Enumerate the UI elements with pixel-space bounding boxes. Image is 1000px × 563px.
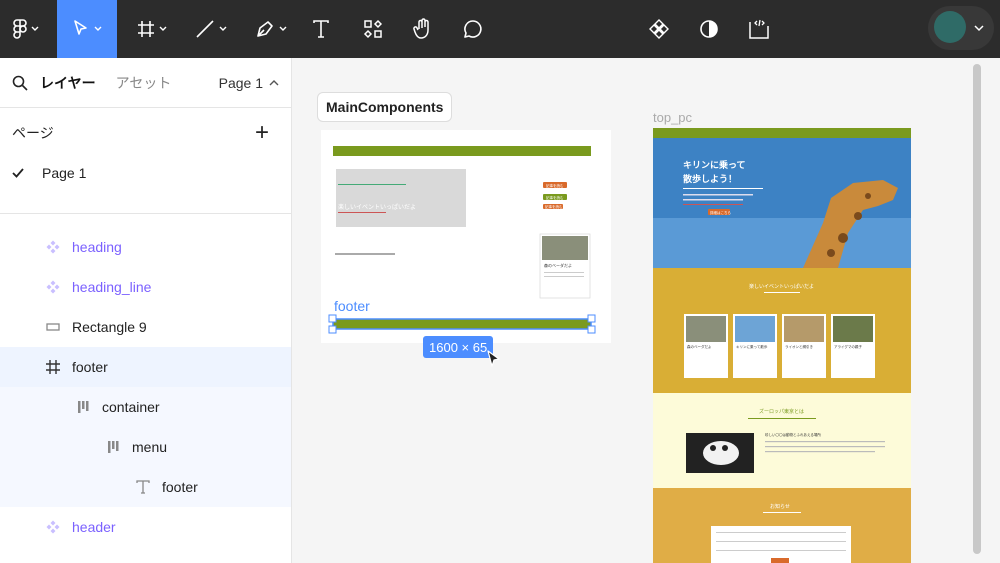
main-components-label[interactable]: MainComponents — [317, 92, 453, 122]
layer-label: heading_line — [72, 279, 152, 295]
layer-rectangle-9[interactable]: Rectangle 9 — [0, 307, 291, 347]
autolayout-icon — [68, 400, 98, 414]
comment-tool-button[interactable] — [458, 0, 488, 58]
hero-title-1: キリンに乗って — [683, 159, 746, 171]
top-pc-preview: キリンに乗って 散歩しよう！ 詳細はこちら 楽しいイベントいっぱいだよ 森のベー… — [653, 128, 911, 563]
chevron-down-icon — [94, 26, 102, 31]
mouse-cursor-icon — [487, 350, 500, 367]
figma-logo-icon — [13, 19, 27, 39]
text-icon — [313, 20, 329, 38]
add-page-button[interactable]: + — [255, 119, 269, 147]
component-set-icon — [649, 19, 669, 39]
chevron-down-icon — [159, 26, 167, 31]
dev-mode-button[interactable] — [744, 0, 774, 58]
code-icon — [749, 19, 769, 39]
layers-panel: レイヤー アセット Page 1 ページ + Page 1 heading he… — [0, 58, 292, 563]
footer-selection-label: footer — [334, 298, 370, 314]
layer-heading-line[interactable]: heading_line — [0, 267, 291, 307]
layer-label: footer — [72, 359, 108, 375]
line-tool-button[interactable] — [188, 0, 234, 58]
comment-icon — [464, 20, 482, 38]
hand-tool-button[interactable] — [408, 0, 438, 58]
component-set-button[interactable] — [644, 0, 674, 58]
dimension-badge: 1600 × 65 — [423, 336, 494, 358]
chevron-down-icon — [31, 26, 39, 31]
layer-header[interactable]: header — [0, 507, 291, 547]
about-title: ズーロッパ東京とは — [759, 408, 804, 415]
layer-label: container — [102, 399, 160, 415]
rectangle-icon — [38, 322, 68, 332]
page-item[interactable]: Page 1 — [12, 158, 279, 188]
layer-label: footer — [162, 479, 198, 495]
card-title-2: キリンに乗って散歩 — [736, 344, 768, 349]
layer-label: header — [72, 519, 116, 535]
card-title-4: アライグマの親子 — [834, 344, 862, 349]
layer-heading[interactable]: heading — [0, 227, 291, 267]
move-tool-button[interactable] — [57, 0, 117, 58]
news-title: お知らせ — [770, 503, 790, 510]
cursor-icon — [74, 20, 87, 35]
component-icon — [38, 240, 68, 254]
pages-title: ページ — [12, 125, 54, 141]
text-tool-button[interactable] — [306, 0, 336, 58]
search-icon[interactable] — [12, 75, 28, 91]
canvas-scrollbar[interactable] — [973, 64, 981, 554]
hero-title-2: 散歩しよう！ — [683, 173, 737, 185]
components-icon — [363, 19, 383, 39]
tab-layers[interactable]: レイヤー — [40, 73, 96, 93]
event-title: 楽しいイベントいっぱいだよ — [749, 283, 814, 290]
page-selector[interactable]: Page 1 — [219, 75, 279, 91]
contrast-icon — [700, 20, 718, 38]
chevron-down-icon — [279, 26, 287, 31]
panel-header: レイヤー アセット Page 1 — [0, 58, 291, 108]
top-pc-label[interactable]: top_pc — [653, 110, 692, 125]
layer-footer-text[interactable]: footer — [0, 467, 291, 507]
frame-icon — [138, 21, 154, 37]
mc-card-title: 森のベーダだよ — [544, 262, 572, 268]
card-title-3: ライオンと綱引き — [785, 344, 813, 349]
component-icon — [38, 520, 68, 534]
page-item-label: Page 1 — [42, 165, 87, 181]
line-icon — [196, 20, 214, 38]
check-icon — [12, 165, 42, 181]
pen-icon — [257, 21, 273, 37]
autolayout-icon — [98, 440, 128, 454]
figma-menu-button[interactable] — [8, 0, 44, 58]
layer-footer-frame[interactable]: footer — [0, 347, 291, 387]
about-subtitle: 珍しい〇〇は動物とふれあえる場所 — [765, 432, 821, 437]
tab-assets[interactable]: アセット — [116, 73, 172, 93]
frame-icon — [38, 360, 68, 374]
text-icon — [128, 480, 158, 494]
page-selector-label: Page 1 — [218, 74, 263, 91]
mc-tag1: 記事を読む — [546, 183, 564, 188]
toolbar — [0, 0, 1000, 58]
card-title-1: 森のベーダだよ — [687, 344, 712, 349]
canvas[interactable]: MainComponents 楽しいイベントいっぱいだよ 記事を読む 記事を読む… — [293, 58, 1000, 563]
frame-tool-button[interactable] — [130, 0, 174, 58]
top-pc-frame[interactable]: キリンに乗って 散歩しよう！ 詳細はこちら 楽しいイベントいっぱいだよ 森のベー… — [653, 128, 911, 563]
layer-menu[interactable]: menu — [0, 427, 291, 467]
hand-icon — [413, 18, 429, 39]
layer-label: menu — [132, 439, 168, 455]
layer-label: Rectangle 9 — [72, 319, 147, 335]
pen-tool-button[interactable] — [248, 0, 294, 58]
chevron-down-icon — [219, 26, 227, 31]
hero-button: 詳細はこちら — [710, 210, 731, 215]
layer-label: heading — [72, 239, 122, 255]
mc-event-title: 楽しいイベントいっぱいだよ — [338, 203, 416, 211]
component-icon — [38, 280, 68, 294]
chevron-down-icon — [974, 25, 984, 32]
mc-tag2: 記事を読む — [546, 195, 564, 200]
chevron-up-icon — [269, 80, 279, 86]
theme-toggle-button[interactable] — [694, 0, 724, 58]
layer-container[interactable]: container — [0, 387, 291, 427]
avatar[interactable] — [934, 11, 966, 43]
mc-tag3: 記事を読む — [545, 204, 563, 209]
pages-section: ページ + Page 1 — [0, 108, 291, 214]
resources-tool-button[interactable] — [358, 0, 388, 58]
